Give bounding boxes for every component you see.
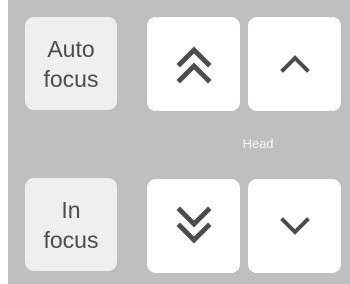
chevron-up-icon bbox=[279, 55, 310, 73]
in-focus-label-line2: focus bbox=[43, 226, 99, 253]
double-chevron-down-icon bbox=[175, 206, 212, 244]
in-focus-button[interactable]: In focus bbox=[25, 178, 117, 271]
double-chevron-up-icon bbox=[175, 46, 212, 84]
chevron-down-icon bbox=[279, 217, 310, 235]
focus-control-panel: Auto focus Head In focus bbox=[8, 0, 350, 284]
auto-focus-label-line1: Auto bbox=[47, 35, 95, 62]
auto-focus-label: Auto focus bbox=[44, 34, 99, 94]
in-focus-label: In focus bbox=[44, 195, 99, 255]
auto-focus-button[interactable]: Auto focus bbox=[25, 17, 117, 110]
head-up-step-button[interactable] bbox=[248, 17, 341, 111]
in-focus-label-line1: In bbox=[61, 196, 81, 223]
head-label: Head bbox=[242, 136, 274, 151]
head-up-fast-button[interactable] bbox=[147, 17, 240, 111]
head-down-fast-button[interactable] bbox=[147, 179, 240, 273]
head-down-step-button[interactable] bbox=[248, 179, 341, 273]
auto-focus-label-line2: focus bbox=[43, 65, 99, 92]
